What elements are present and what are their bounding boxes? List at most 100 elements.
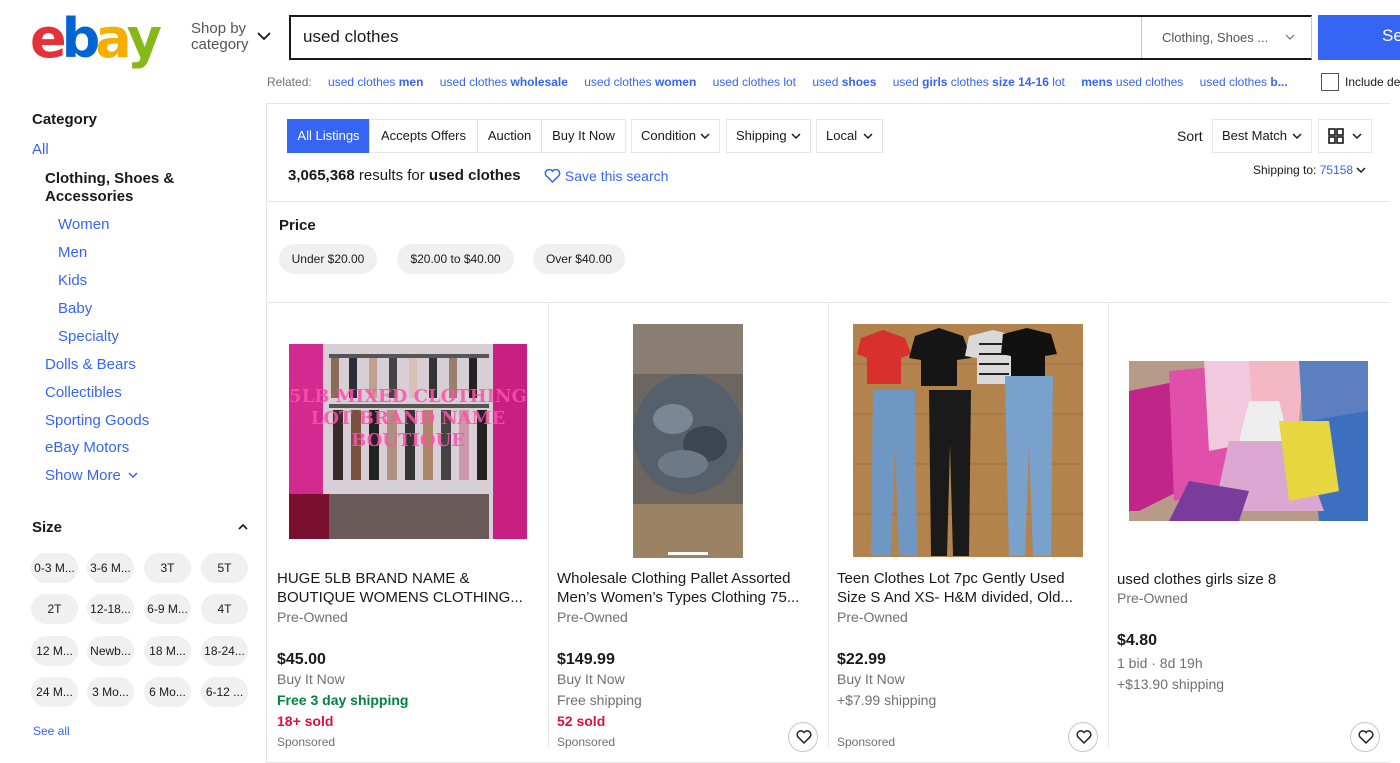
sort-dropdown[interactable]: Best Match [1212, 119, 1312, 153]
sidebar-item-ebay-motors[interactable]: eBay Motors [45, 439, 129, 456]
show-more-link[interactable]: Show More [45, 467, 139, 484]
sidebar-item-dolls-bears[interactable]: Dolls & Bears [45, 356, 136, 373]
related-link[interactable]: used clothes b... [1200, 75, 1288, 89]
search-button[interactable]: Se [1318, 15, 1400, 60]
size-option[interactable]: 5T [201, 553, 248, 583]
related-link[interactable]: used clothes wholesale [440, 75, 568, 89]
chevron-down-icon [1356, 167, 1366, 174]
divider [828, 303, 829, 747]
search-button-label: Se [1382, 26, 1400, 45]
tab-accepts-offers[interactable]: Accepts Offers [369, 119, 478, 153]
related-link[interactable]: used shoes [812, 75, 876, 89]
product-title-line1[interactable]: Wholesale Clothing Pallet Assorted [557, 569, 812, 588]
chevron-down-icon[interactable] [256, 28, 272, 44]
size-option[interactable]: 24 M... [31, 677, 78, 707]
watch-button[interactable] [1068, 722, 1098, 752]
product-image[interactable]: 5LB MIXED CLOTHING LOT BRAND NAME BOUTIQ… [289, 344, 527, 539]
chevron-down-icon [863, 133, 873, 140]
local-dropdown[interactable]: Local [816, 119, 883, 153]
chevron-down-icon [1292, 133, 1302, 140]
product-image[interactable] [633, 324, 743, 558]
product-title-line2[interactable]: Size S And XS- H&M divided, Old... [837, 588, 1092, 607]
include-description-label: Include de [1345, 75, 1400, 89]
size-option[interactable]: 3-6 M... [87, 553, 134, 583]
results-count: 3,065,368 results for used clothes [288, 167, 521, 184]
results-text: results for [354, 167, 429, 184]
shipping-to[interactable]: Shipping to: 75158 [1253, 163, 1366, 177]
category-all-link[interactable]: All [32, 141, 49, 158]
logo-letter-e: e [30, 7, 67, 70]
product-image[interactable] [853, 324, 1083, 557]
product-title-line2[interactable]: BOUTIQUE WOMENS CLOTHING... [277, 588, 532, 607]
pallet-photo [633, 324, 743, 558]
related-link[interactable]: used clothes lot [713, 75, 796, 89]
product-price: $149.99 [557, 651, 615, 668]
heart-icon [796, 730, 812, 744]
product-title-line1[interactable]: Teen Clothes Lot 7pc Gently Used [837, 569, 1092, 588]
sidebar-item-collectibles[interactable]: Collectibles [45, 384, 122, 401]
sidebar-item-baby[interactable]: Baby [58, 300, 92, 317]
related-link[interactable]: mens used clothes [1081, 75, 1183, 89]
size-option[interactable]: 2T [31, 594, 78, 624]
see-all-sizes-link[interactable]: See all [33, 724, 70, 738]
product-price: $22.99 [837, 651, 886, 668]
view-toggle-button[interactable] [1318, 119, 1372, 153]
sidebar-item-sporting-goods[interactable]: Sporting Goods [45, 412, 149, 429]
chevron-up-icon[interactable] [236, 521, 250, 533]
product-title-line2[interactable]: Men’s Women’s Types Clothing 75... [557, 588, 812, 607]
category-select[interactable]: Clothing, Shoes ... [1141, 17, 1312, 58]
tab-buy-it-now[interactable]: Buy It Now [541, 119, 626, 153]
watch-button[interactable] [788, 722, 818, 752]
size-option[interactable]: 0-3 M... [31, 553, 78, 583]
shipping-dropdown[interactable]: Shipping [726, 119, 811, 153]
size-option[interactable]: 6 Mo... [144, 677, 191, 707]
tab-auction[interactable]: Auction [477, 119, 542, 153]
include-description-checkbox[interactable] [1321, 73, 1339, 91]
current-category-line2: Accessories [45, 188, 134, 205]
sidebar-item-women[interactable]: Women [58, 216, 109, 233]
save-search-link[interactable]: Save this search [544, 168, 668, 184]
product-image[interactable] [1129, 361, 1368, 521]
size-option[interactable]: 18 M... [144, 636, 191, 666]
logo-letter-y: y [126, 7, 162, 70]
shop-by-line2: category [191, 36, 249, 53]
related-link[interactable]: used clothes men [328, 75, 423, 89]
girls-clothes-photo [1129, 361, 1368, 521]
local-dropdown-label: Local [826, 128, 858, 143]
product-shipping: +$13.90 shipping [1117, 676, 1225, 692]
heart-icon [1358, 730, 1374, 744]
sidebar-item-kids[interactable]: Kids [58, 272, 87, 289]
product-sold-count: 18+ sold [277, 713, 334, 729]
ebay-logo[interactable]: ebay [30, 7, 162, 70]
sidebar-item-specialty[interactable]: Specialty [58, 328, 119, 345]
product-condition: Pre-Owned [1117, 590, 1188, 606]
price-option-under-20[interactable]: Under $20.00 [279, 244, 377, 274]
shop-by-category-button[interactable]: Shop by category [191, 21, 249, 53]
product-condition: Pre-Owned [277, 609, 348, 625]
watch-button[interactable] [1350, 722, 1380, 752]
clothes-photo [853, 324, 1083, 557]
search-input[interactable] [303, 27, 1123, 47]
product-title-line1[interactable]: HUGE 5LB BRAND NAME & [277, 569, 532, 588]
size-option[interactable]: 18-24... [201, 636, 248, 666]
size-option[interactable]: 12 M... [31, 636, 78, 666]
condition-dropdown[interactable]: Condition [631, 119, 720, 153]
related-link[interactable]: used girls clothes size 14-16 lot [893, 75, 1065, 89]
size-option[interactable]: 6-9 M... [144, 594, 191, 624]
product-title-line1[interactable]: used clothes girls size 8 [1117, 570, 1372, 589]
sidebar-item-men[interactable]: Men [58, 244, 87, 261]
product-price: $45.00 [277, 651, 326, 668]
price-option-20-to-40[interactable]: $20.00 to $40.00 [397, 244, 514, 274]
size-option[interactable]: 3 Mo... [87, 677, 134, 707]
size-option[interactable]: 6-12 ... [201, 677, 248, 707]
size-option[interactable]: 12-18... [87, 594, 134, 624]
related-link[interactable]: used clothes women [584, 75, 696, 89]
heart-icon [1076, 730, 1092, 744]
size-option[interactable]: 3T [144, 553, 191, 583]
size-option[interactable]: Newb... [87, 636, 134, 666]
results-number: 3,065,368 [288, 167, 355, 184]
chevron-down-icon [1352, 133, 1362, 140]
tab-all-listings[interactable]: All Listings [287, 119, 370, 153]
price-option-over-40[interactable]: Over $40.00 [533, 244, 625, 274]
size-option[interactable]: 4T [201, 594, 248, 624]
